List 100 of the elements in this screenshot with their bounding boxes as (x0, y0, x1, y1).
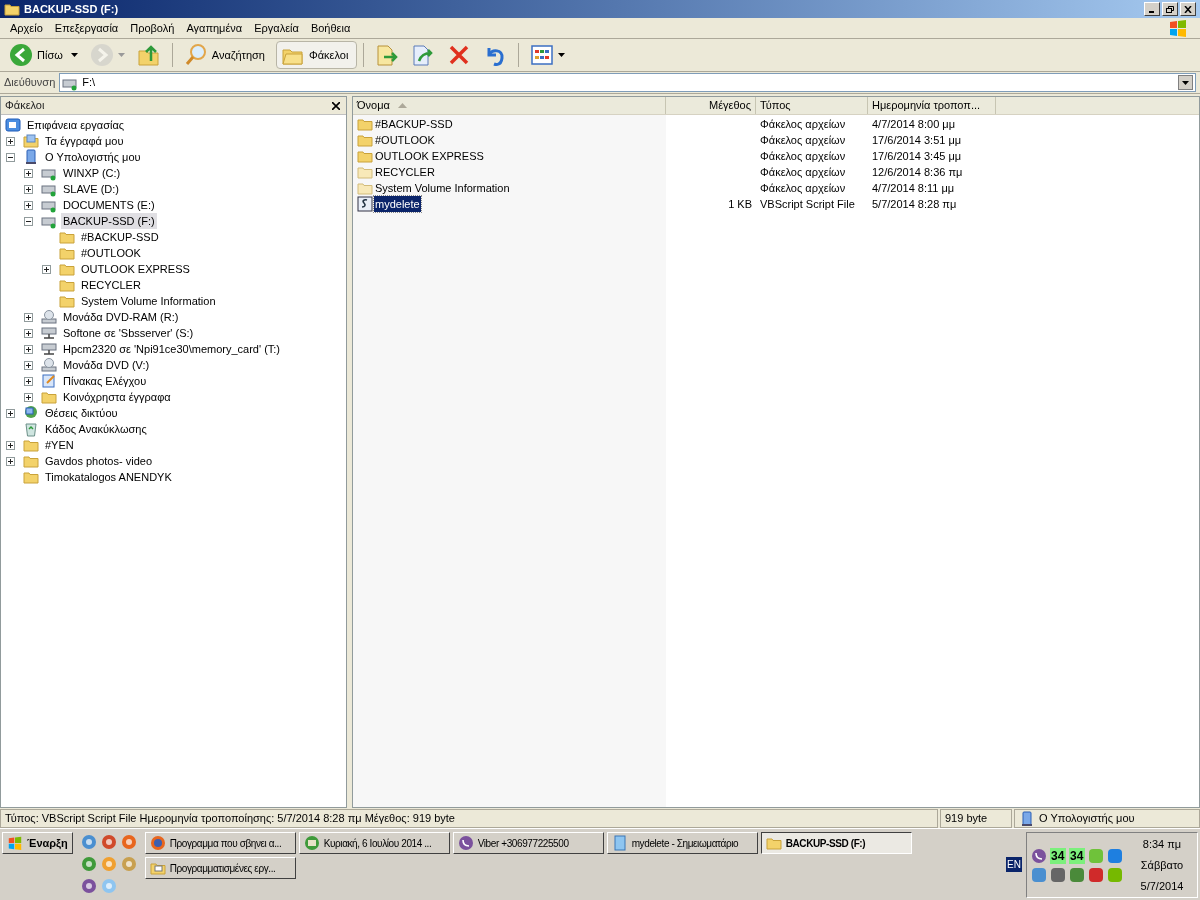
dropdown-caret-icon (117, 53, 125, 57)
taskbar-button[interactable]: Προγραμματισμένες εργ... (144, 857, 296, 879)
toolbar-button[interactable]: Φάκελοι (275, 41, 358, 69)
column-header[interactable]: Τύπος (756, 97, 868, 114)
file-type: Φάκελος αρχείων (760, 117, 846, 130)
menu-item[interactable]: Αγαπημένα (180, 19, 249, 37)
tray-icon[interactable] (1107, 847, 1123, 864)
desktop-icon (5, 117, 21, 133)
file-name[interactable]: #BACKUP-SSD (374, 115, 454, 133)
tree-item[interactable]: Κοινόχρηστα έγγραφα (61, 388, 173, 406)
tray-counter[interactable]: 34 (1069, 847, 1085, 864)
tree-item[interactable]: Τα έγγραφά μου (43, 132, 126, 150)
address-field[interactable]: F:\ (59, 73, 1196, 92)
tree-item[interactable]: Κάδος Ανακύκλωσης (43, 420, 149, 438)
scheduled-tasks-icon (149, 860, 166, 876)
tree-item[interactable]: Επιφάνεια εργασίας (25, 116, 127, 134)
close-button[interactable] (330, 99, 342, 112)
menu-item[interactable]: Βοήθεια (304, 19, 357, 37)
file-type: Φάκελος αρχείων (760, 181, 846, 194)
tree-item[interactable]: RECYCLER (79, 276, 143, 294)
windows-logo-icon (7, 836, 23, 850)
tree-item[interactable]: DOCUMENTS (E:) (61, 196, 157, 214)
tree-item[interactable]: Μονάδα DVD (V:) (61, 356, 152, 374)
file-name[interactable]: System Volume Information (374, 179, 511, 197)
expand-toggle[interactable] (42, 264, 51, 274)
expand-toggle[interactable] (24, 184, 33, 194)
menu-item[interactable]: Επεξεργασία (48, 19, 125, 37)
taskbar-button[interactable]: BACKUP-SSD (F:) (760, 832, 912, 854)
expand-toggle[interactable] (24, 328, 33, 338)
expand-toggle[interactable] (6, 456, 15, 466)
column-header[interactable]: Όνομα (353, 97, 666, 114)
tree-item[interactable]: System Volume Information (79, 292, 218, 310)
move-to-icon (375, 43, 400, 67)
tree-item[interactable]: #BACKUP-SSD (79, 228, 161, 246)
folder-up-icon (136, 43, 161, 67)
tree-item[interactable]: Πίνακας Ελέγχου (61, 372, 149, 390)
status-panel: 919 byte (940, 809, 1012, 828)
start-button[interactable]: Έναρξη (2, 832, 73, 854)
column-header[interactable]: Ημερομηνία τροποπ... (868, 97, 996, 114)
tray-icon[interactable] (1088, 866, 1104, 883)
dropdown-caret-icon (1182, 80, 1189, 85)
address-label: Διεύθυνση (4, 75, 56, 91)
taskbar-button[interactable]: mydelete - Σημειωματάριο (606, 832, 758, 854)
file-name[interactable]: OUTLOOK EXPRESS (374, 147, 485, 165)
expand-toggle[interactable] (6, 440, 15, 450)
address-dropdown-button[interactable] (1178, 75, 1193, 90)
dropdown-caret-icon (558, 53, 566, 57)
network-drive-icon (41, 325, 57, 341)
menu-item[interactable]: Αρχείο (4, 19, 49, 37)
tree-item[interactable]: WINXP (C:) (61, 164, 123, 182)
close-button[interactable] (1180, 2, 1196, 16)
tree-item[interactable]: Θέσεις δικτύου (43, 404, 120, 422)
language-indicator[interactable]: EN (1006, 857, 1022, 872)
taskbar-button[interactable]: Κυριακή, 6 Ιουλίου 2014 ... (298, 832, 450, 854)
expand-toggle[interactable] (24, 392, 33, 402)
expand-toggle[interactable] (24, 360, 33, 370)
quick-launch-icon[interactable] (100, 834, 117, 850)
taskbar-button[interactable]: Viber +306977225500 (452, 832, 604, 854)
tree-item[interactable]: Hpcm2320 σε 'Npi91ce30\memory_card' (T:) (61, 340, 283, 358)
collapse-toggle[interactable] (24, 216, 33, 226)
tree-item[interactable]: SLAVE (D:) (61, 180, 122, 198)
collapse-toggle[interactable] (6, 152, 15, 162)
expand-toggle[interactable] (24, 376, 33, 386)
file-name[interactable]: RECYCLER (374, 163, 436, 181)
close-icon (332, 101, 340, 110)
expand-toggle[interactable] (6, 136, 15, 146)
expand-toggle[interactable] (24, 344, 33, 354)
expand-toggle[interactable] (24, 168, 33, 178)
window-title: BACKUP-SSD (F:) (24, 1, 119, 17)
expand-toggle[interactable] (6, 408, 15, 418)
tray-icon[interactable] (1050, 866, 1066, 883)
quick-launch-icon[interactable] (80, 834, 97, 850)
quick-launch-icon[interactable] (80, 856, 97, 872)
menu-item[interactable]: Προβολή (124, 19, 181, 37)
minimize-button[interactable] (1144, 2, 1160, 16)
folder-icon (357, 132, 373, 148)
tray-icon[interactable] (1069, 866, 1085, 883)
tree-item[interactable]: Timokatalogos ANENDYK (43, 468, 174, 486)
tree-item[interactable]: Softone σε 'Sbsserver' (S:) (61, 324, 196, 342)
file-type: Φάκελος αρχείων (760, 165, 846, 178)
file-name[interactable]: #OUTLOOK (374, 131, 436, 149)
toolbar-button[interactable]: Πίσω (4, 41, 83, 69)
tray-counter[interactable]: 34 (1050, 847, 1066, 864)
quick-launch-icon[interactable] (80, 878, 97, 894)
tree-item[interactable]: #YEN (43, 436, 76, 454)
tree-item[interactable]: Ο Υπολογιστής μου (43, 148, 143, 166)
folder-icon (23, 453, 39, 469)
menu-item[interactable]: Εργαλεία (248, 19, 305, 37)
folder-icon (765, 835, 782, 851)
tree-item[interactable]: BACKUP-SSD (F:) (61, 212, 157, 230)
taskbar-button[interactable]: Προγραμμα που σβηνει α... (144, 832, 296, 854)
column-header[interactable]: Μέγεθος (666, 97, 756, 114)
expand-toggle[interactable] (24, 312, 33, 322)
tree-item[interactable]: Μονάδα DVD-RAM (R:) (61, 308, 181, 326)
restore-button[interactable] (1162, 2, 1178, 16)
tree-item[interactable]: Gavdos photos- video (43, 452, 154, 470)
toolbar-button[interactable]: Αναζήτηση (178, 41, 274, 69)
tree-item[interactable]: OUTLOOK EXPRESS (79, 260, 192, 278)
expand-toggle[interactable] (24, 200, 33, 210)
tree-item[interactable]: #OUTLOOK (79, 244, 143, 262)
